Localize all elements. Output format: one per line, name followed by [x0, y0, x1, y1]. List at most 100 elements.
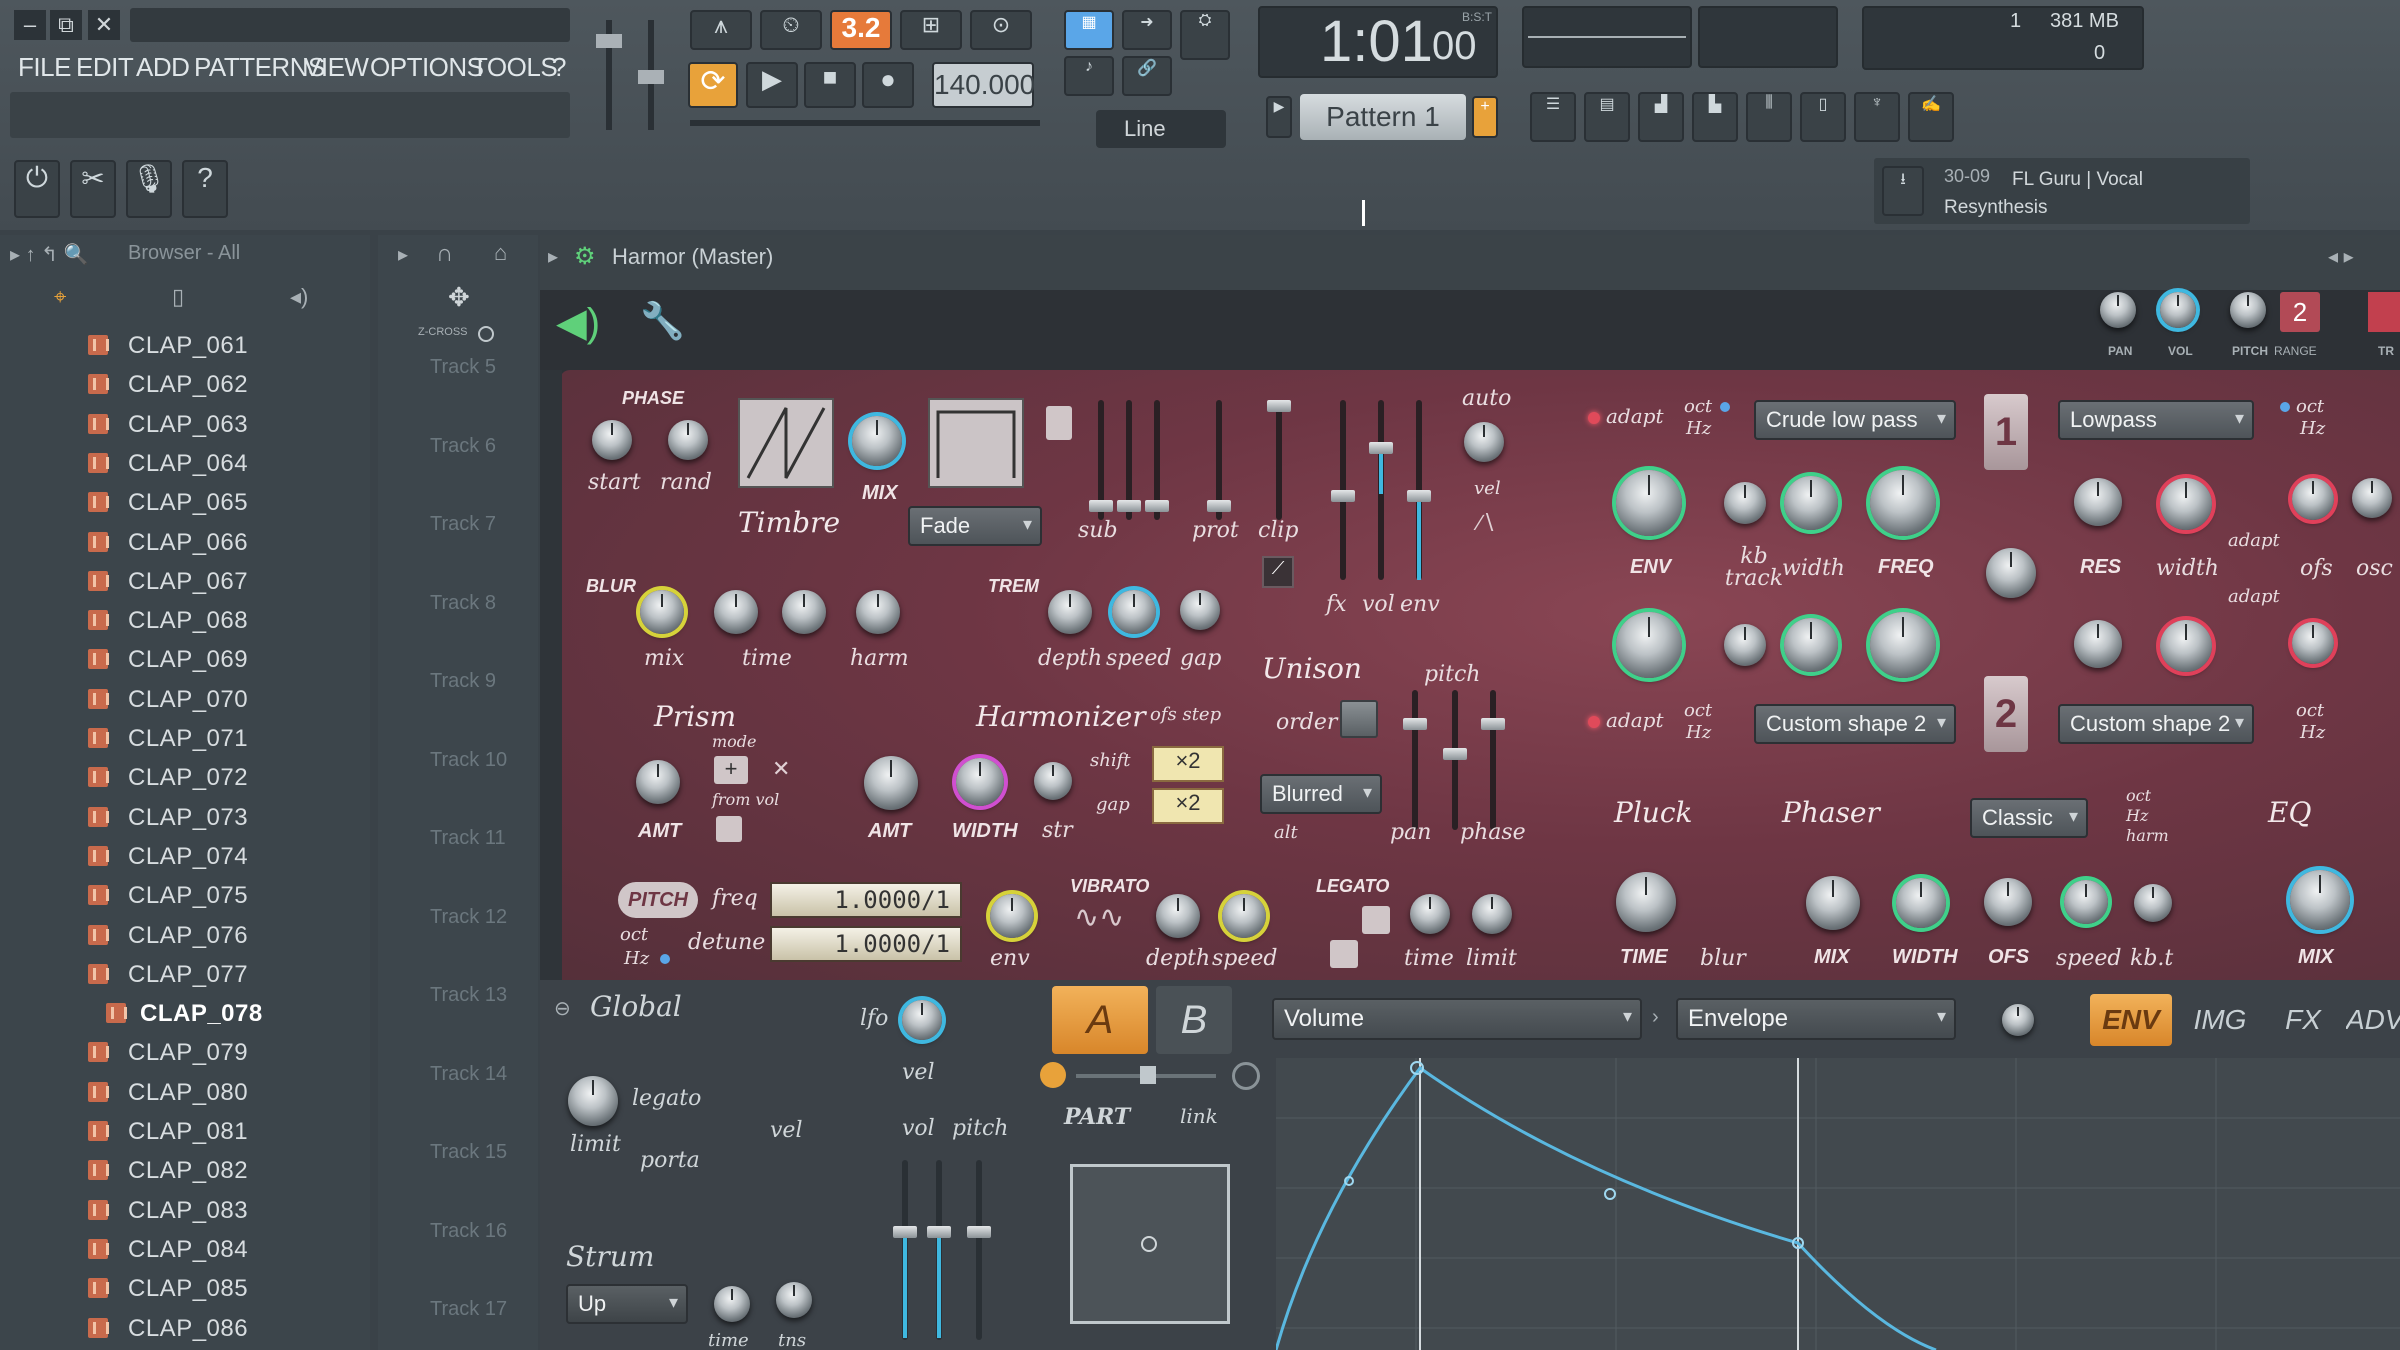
pitch-mode-button[interactable]: PITCH: [618, 882, 698, 918]
clip-item[interactable]: CLAP_079: [0, 1033, 360, 1072]
track-label[interactable]: Track 7: [430, 513, 496, 536]
envelope-point-sustain[interactable]: [1792, 1237, 1804, 1249]
global-3-track[interactable]: [976, 1160, 982, 1340]
global-pitch-thumb[interactable]: [927, 1226, 951, 1238]
pattern-add-icon[interactable]: +: [1472, 96, 1498, 138]
tab-env[interactable]: ENV: [2090, 994, 2172, 1046]
pattern-prev-icon[interactable]: ▶: [1266, 96, 1292, 138]
clip-slider-thumb[interactable]: [1267, 400, 1291, 412]
pitch-knob[interactable]: [2230, 292, 2266, 328]
f1-width-knob[interactable]: [1784, 476, 1838, 530]
f2-res-knob[interactable]: [2074, 478, 2122, 526]
f2-res2-knob[interactable]: [2074, 620, 2122, 668]
recording-icon[interactable]: ⊙: [970, 10, 1032, 50]
snap-select[interactable]: Line: [1096, 110, 1226, 148]
envelope-point-decay[interactable]: [1604, 1188, 1616, 1200]
tempo-tap-icon[interactable]: ⩚: [690, 10, 752, 50]
harmonizer-amt-knob[interactable]: [864, 756, 918, 810]
track-label[interactable]: Track 5: [430, 356, 496, 379]
plugin-speaker-icon[interactable]: ◀): [556, 300, 600, 346]
f2-osc-knob[interactable]: [2352, 478, 2392, 518]
vol-slider-thumb[interactable]: [1369, 442, 1393, 454]
clip-item[interactable]: CLAP_062: [0, 365, 360, 404]
clip-item[interactable]: CLAP_067: [0, 562, 360, 601]
browser-nav-icon[interactable]: ▸ ↑ ↰ 🔍: [10, 242, 88, 267]
prism-from-vol-button[interactable]: [716, 816, 742, 842]
browser-snap-icon[interactable]: ⌖: [54, 284, 66, 310]
track-label[interactable]: Track 13: [430, 984, 507, 1007]
blur-mix-knob[interactable]: [640, 590, 684, 634]
move-icon[interactable]: ✥: [448, 282, 470, 313]
clip-slider-track[interactable]: [1276, 400, 1282, 520]
mixer-icon[interactable]: ⫼: [1746, 92, 1792, 142]
news-text[interactable]: FL Guru | Vocal Resynthesis: [1944, 166, 2184, 222]
clip-item[interactable]: CLAP_082: [0, 1151, 360, 1190]
velocity-curve-icon[interactable]: ∕∖: [1478, 510, 1496, 536]
step-icon[interactable]: ➜: [1122, 10, 1172, 50]
unison-pitch-thumb-1[interactable]: [1403, 718, 1427, 730]
browser-file-icon[interactable]: ▯: [172, 284, 184, 310]
fade-select[interactable]: Fade: [908, 506, 1042, 546]
clip-item[interactable]: CLAP_073: [0, 798, 360, 837]
f2-ofs-knob[interactable]: [2292, 478, 2334, 520]
legato-time-knob[interactable]: [1410, 894, 1450, 934]
timbre-menu-icon[interactable]: [1046, 406, 1072, 440]
step-edit-icon[interactable]: ⊞: [900, 10, 962, 50]
lfo-knob[interactable]: [902, 1000, 942, 1040]
piano-roll-icon[interactable]: ▟: [1638, 92, 1684, 142]
env-slider-thumb[interactable]: [1407, 490, 1431, 502]
f1-freq2-knob[interactable]: [1870, 612, 1936, 678]
harmonizer-width-knob[interactable]: [956, 758, 1004, 806]
f2-width-knob[interactable]: [2160, 478, 2212, 530]
menu-add[interactable]: ADD: [136, 52, 190, 83]
f2-oct-led[interactable]: [2280, 402, 2290, 412]
help-icon[interactable]: ?: [182, 160, 228, 218]
strum-time-knob[interactable]: [714, 1286, 750, 1322]
stop-icon[interactable]: ■: [804, 62, 856, 108]
time-display[interactable]: 1:01: [1320, 8, 1433, 75]
phase-start-knob[interactable]: [592, 420, 632, 460]
tab-fx[interactable]: FX: [2268, 994, 2338, 1046]
tempo-display[interactable]: 140.000: [932, 62, 1035, 108]
clip-item[interactable]: CLAP_063: [0, 405, 360, 444]
pluck-time-knob[interactable]: [1616, 872, 1676, 932]
envelope-point-attack[interactable]: [1410, 1061, 1424, 1075]
typing-keyboard-icon[interactable]: ▦: [1064, 10, 1114, 50]
plugin-gear-icon[interactable]: ⚙: [574, 242, 596, 271]
clip-item[interactable]: CLAP_070: [0, 680, 360, 719]
prism-add-icon[interactable]: +: [714, 756, 748, 784]
playlist-icon[interactable]: ☰: [1530, 92, 1576, 142]
track-label[interactable]: Track 14: [430, 1063, 507, 1086]
trem-gap-knob[interactable]: [1180, 590, 1220, 630]
snap-icon[interactable]: ♪: [1064, 56, 1114, 96]
pitch-env-knob[interactable]: [990, 894, 1034, 938]
menu-help[interactable]: ?: [552, 52, 566, 83]
trem-depth-knob[interactable]: [1048, 590, 1092, 634]
global-vol-thumb[interactable]: [893, 1226, 917, 1238]
restore-button[interactable]: ⧉: [50, 10, 82, 40]
pan-knob[interactable]: [2100, 292, 2136, 328]
vibrato-speed-knob[interactable]: [1222, 894, 1266, 938]
plugin-nav-icon[interactable]: ◂ ▸: [2328, 244, 2354, 269]
master-volume-thumb[interactable]: [596, 34, 622, 48]
clip-item[interactable]: CLAP_076: [0, 916, 360, 955]
track-label[interactable]: Track 12: [430, 906, 507, 929]
prot-slider-thumb[interactable]: [1207, 500, 1231, 512]
fx-slider-thumb[interactable]: [1331, 490, 1355, 502]
unison-pitch-thumb-3[interactable]: [1481, 718, 1505, 730]
clip-item[interactable]: CLAP_083: [0, 1191, 360, 1230]
clip-item[interactable]: CLAP_066: [0, 523, 360, 562]
strum-direction-select[interactable]: Up: [566, 1284, 688, 1324]
envelope-editor[interactable]: [1276, 1058, 2400, 1350]
mixer-channel-button[interactable]: 2: [2280, 292, 2320, 332]
track-label[interactable]: Track 16: [430, 1220, 507, 1243]
blur-harm-knob[interactable]: [856, 590, 900, 634]
clip-item[interactable]: CLAP_074: [0, 837, 360, 876]
crossfade-toggle[interactable]: [478, 326, 494, 342]
part-a-tab[interactable]: A: [1052, 986, 1148, 1054]
track-label[interactable]: Track 11: [430, 827, 506, 850]
touch-controller-icon[interactable]: ✍: [1908, 92, 1954, 142]
track-label[interactable]: Track 6: [430, 435, 496, 458]
f1-env-knob[interactable]: [1616, 470, 1682, 536]
track-label[interactable]: Track 9: [430, 670, 496, 693]
